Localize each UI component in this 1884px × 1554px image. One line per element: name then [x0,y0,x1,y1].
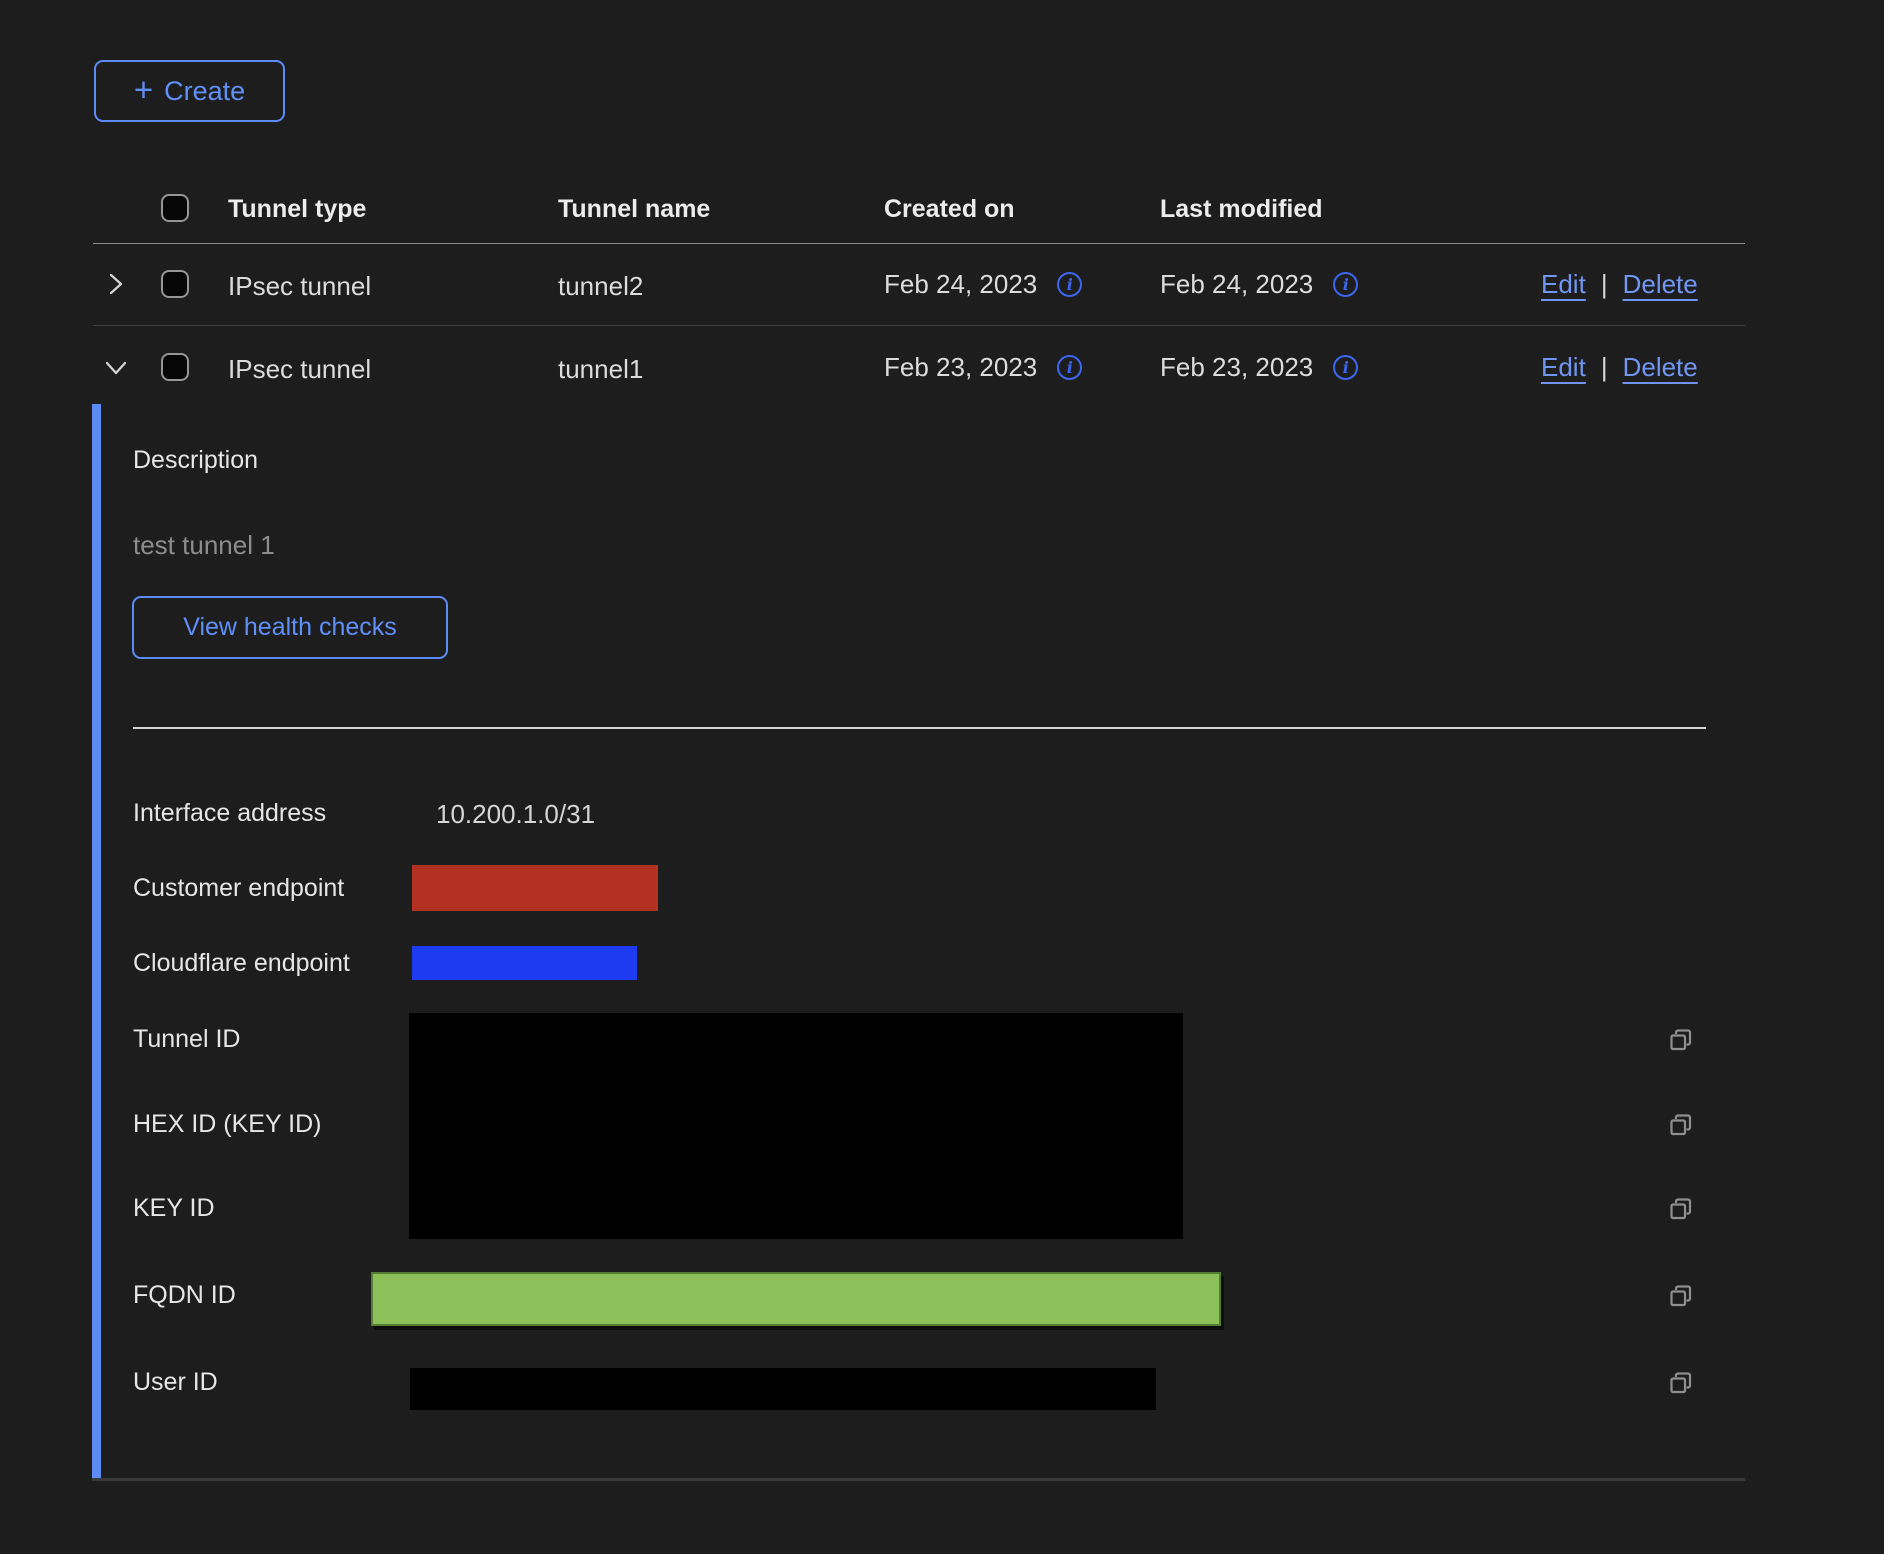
row2-edit-link[interactable]: Edit [1541,352,1586,383]
fqdn-id-label: FQDN ID [133,1281,236,1310]
view-health-checks-label: View health checks [183,613,397,642]
column-header-tunnel-type: Tunnel type [228,195,366,224]
cloudflare-endpoint-label: Cloudflare endpoint [133,949,350,978]
row1-expand-toggle[interactable] [103,271,129,297]
tunnel-id-label: Tunnel ID [133,1025,240,1054]
info-glyph: i [1343,277,1349,293]
copy-fqdn-id-button[interactable] [1666,1281,1696,1311]
row2-delete-link[interactable]: Delete [1623,352,1698,383]
row2-last-modified: Feb 23, 2023 i [1160,352,1358,383]
row1-tunnel-type: IPsec tunnel [228,271,371,302]
table-bottom-divider [92,1478,1745,1481]
row1-created-date: Feb 24, 2023 [884,269,1037,300]
row2-tunnel-type: IPsec tunnel [228,354,371,385]
user-id-redaction [410,1368,1156,1410]
fqdn-id-redaction [371,1272,1221,1326]
copy-tunnel-id-button[interactable] [1666,1025,1696,1055]
copy-icon [1666,1025,1696,1055]
row2-checkbox[interactable] [161,353,189,381]
row1-created-on: Feb 24, 2023 i [884,269,1082,300]
row1-actions: Edit | Delete [1541,269,1698,300]
cloudflare-endpoint-redaction [412,946,637,980]
interface-address-value: 10.200.1.0/31 [436,799,595,830]
actions-separator: | [1601,269,1608,300]
row1-last-modified: Feb 24, 2023 i [1160,269,1358,300]
info-icon[interactable]: i [1057,272,1082,297]
row2-created-date: Feb 23, 2023 [884,352,1037,383]
actions-separator: | [1601,352,1608,383]
copy-icon [1666,1368,1696,1398]
row2-created-on: Feb 23, 2023 i [884,352,1082,383]
key-id-label: KEY ID [133,1194,215,1223]
copy-hex-id-button[interactable] [1666,1110,1696,1140]
row2-tunnel-name: tunnel1 [558,354,643,385]
chevron-down-icon [103,355,129,381]
info-glyph: i [1067,360,1073,376]
view-health-checks-button[interactable]: View health checks [132,596,448,659]
row2-modified-date: Feb 23, 2023 [1160,352,1313,383]
info-icon[interactable]: i [1333,355,1358,380]
row-divider [93,325,1745,326]
user-id-label: User ID [133,1368,218,1397]
description-value: test tunnel 1 [133,530,275,561]
description-label: Description [133,446,258,475]
info-icon[interactable]: i [1333,272,1358,297]
column-header-created-on: Created on [884,195,1015,224]
create-button-label: Create [164,76,245,107]
copy-icon [1666,1281,1696,1311]
column-header-tunnel-name: Tunnel name [558,195,710,224]
panel-divider [133,727,1706,729]
row2-expand-toggle[interactable] [103,355,129,381]
copy-icon [1666,1194,1696,1224]
row1-modified-date: Feb 24, 2023 [1160,269,1313,300]
interface-address-label: Interface address [133,799,326,828]
row1-delete-link[interactable]: Delete [1623,269,1698,300]
customer-endpoint-redaction [412,865,658,911]
info-icon[interactable]: i [1057,355,1082,380]
copy-icon [1666,1110,1696,1140]
customer-endpoint-label: Customer endpoint [133,874,344,903]
row1-checkbox[interactable] [161,270,189,298]
create-button[interactable]: + Create [94,60,285,122]
plus-icon: + [134,73,153,106]
copy-user-id-button[interactable] [1666,1368,1696,1398]
select-all-checkbox[interactable] [161,194,189,222]
hex-id-label: HEX ID (KEY ID) [133,1110,321,1139]
expanded-row-accent-bar [92,404,101,1478]
column-header-last-modified: Last modified [1160,195,1323,224]
chevron-right-icon [103,271,129,297]
copy-key-id-button[interactable] [1666,1194,1696,1224]
row1-tunnel-name: tunnel2 [558,271,643,302]
row1-edit-link[interactable]: Edit [1541,269,1586,300]
header-divider [93,243,1745,244]
row2-actions: Edit | Delete [1541,352,1698,383]
info-glyph: i [1067,277,1073,293]
info-glyph: i [1343,360,1349,376]
ids-redaction [409,1013,1183,1239]
